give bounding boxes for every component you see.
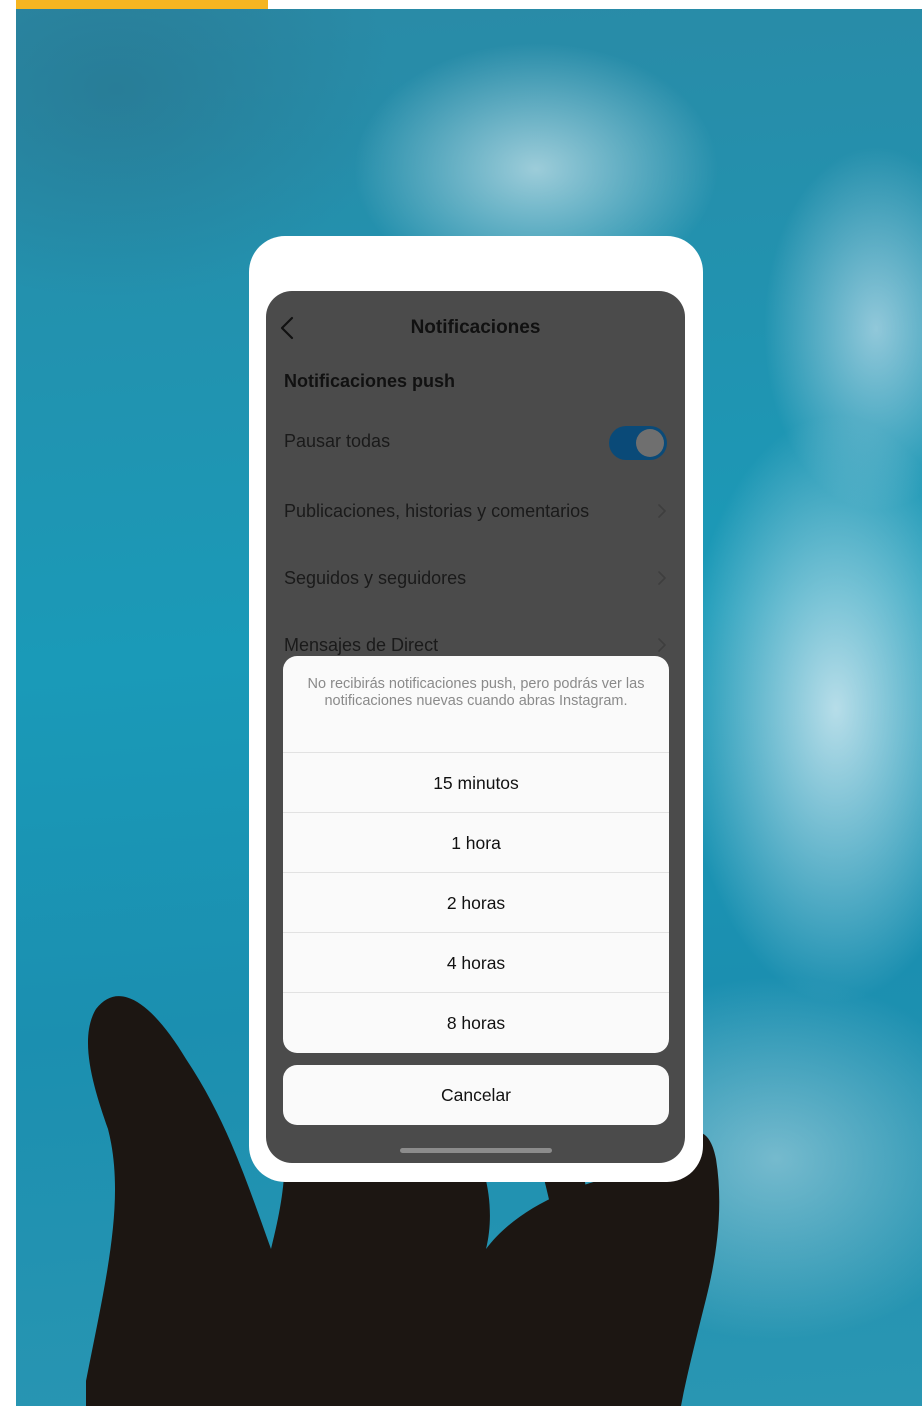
settings-row-label: Seguidos y seguidores: [284, 568, 467, 588]
chevron-right-icon: [658, 571, 666, 585]
settings-row-pause-all[interactable]: Pausar todas: [266, 411, 685, 471]
phone-screen: Notificaciones Notificaciones push Pausa…: [266, 291, 685, 1163]
option-1-hour[interactable]: 1 hora: [283, 812, 669, 872]
chevron-right-icon: [658, 504, 666, 518]
settings-row-label: Publicaciones, historias y comentarios: [284, 501, 590, 521]
section-title: Notificaciones push: [284, 371, 456, 391]
page-title: Notificaciones: [410, 317, 541, 338]
navigation-bar: Notificaciones: [266, 291, 685, 367]
action-sheet-message: No recibirás notificaciones push, pero p…: [307, 676, 645, 709]
pause-all-toggle[interactable]: [609, 426, 667, 460]
pause-duration-action-sheet: No recibirás notificaciones push, pero p…: [283, 656, 669, 1053]
option-4-hours[interactable]: 4 horas: [283, 932, 669, 992]
phone-frame: Notificaciones Notificaciones push Pausa…: [249, 236, 703, 1182]
home-indicator: [400, 1148, 552, 1153]
settings-row-label: Pausar todas: [284, 431, 391, 451]
option-15-minutes[interactable]: 15 minutos: [283, 752, 669, 812]
toggle-knob: [636, 429, 664, 457]
option-2-hours[interactable]: 2 horas: [283, 872, 669, 932]
cancel-button[interactable]: Cancelar: [283, 1065, 669, 1125]
settings-row-posts-stories-comments[interactable]: Publicaciones, historias y comentarios: [266, 481, 685, 541]
option-8-hours[interactable]: 8 horas: [283, 992, 669, 1052]
settings-row-following-followers[interactable]: Seguidos y seguidores: [266, 548, 685, 608]
chevron-right-icon: [658, 638, 666, 652]
accent-bar: [16, 0, 268, 9]
